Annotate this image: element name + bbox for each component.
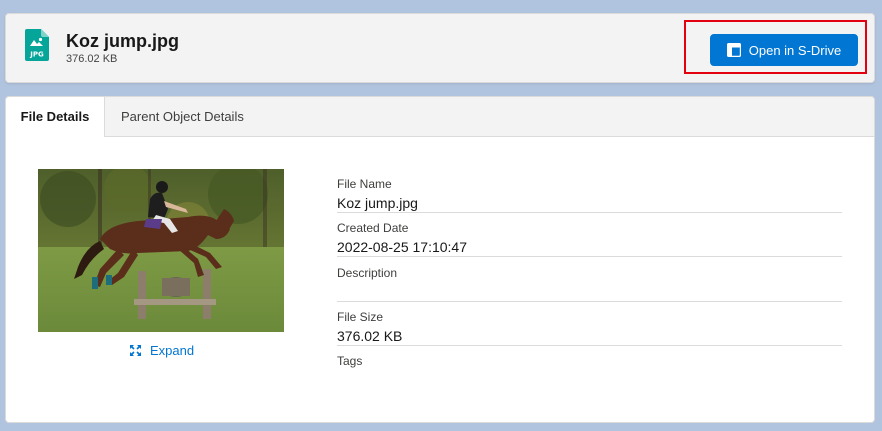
field-file-size: File Size 376.02 KB <box>337 310 842 346</box>
field-description: Description <box>337 266 842 302</box>
field-label: File Name <box>337 177 392 191</box>
open-button-label: Open in S-Drive <box>748 42 842 58</box>
jpg-file-icon: JPG <box>25 29 49 61</box>
field-value: 376.02 KB <box>337 328 403 344</box>
expand-icon <box>130 344 141 356</box>
tab-file-details[interactable]: File Details <box>6 97 105 137</box>
field-tags: Tags <box>337 354 842 389</box>
field-file-name: File Name Koz jump.jpg <box>337 177 842 213</box>
field-label: File Size <box>337 310 384 324</box>
tab-bar: File Details Parent Object Details <box>6 97 874 137</box>
file-details-card: File Details Parent Object Details Expan… <box>5 96 875 423</box>
file-size-subtitle: 376.02 KB <box>66 53 118 65</box>
tab-parent-object-details[interactable]: Parent Object Details <box>121 97 244 136</box>
field-value: Koz jump.jpg <box>337 195 418 211</box>
file-header: JPG Koz jump.jpg 376.02 KB Open in S-Dri… <box>5 13 875 83</box>
layout-icon <box>726 43 741 57</box>
horse-jump-photo <box>38 169 284 332</box>
field-created-date: Created Date 2022-08-25 17:10:47 <box>337 221 842 257</box>
file-title: Koz jump.jpg <box>66 31 179 51</box>
open-in-s-drive-button[interactable]: Open in S-Drive <box>710 34 858 66</box>
field-label: Tags <box>337 354 363 368</box>
expand-label: Expand <box>150 342 195 358</box>
field-value: 2022-08-25 17:10:47 <box>337 239 467 255</box>
expand-link[interactable]: Expand <box>129 341 194 359</box>
image-preview[interactable] <box>38 169 284 332</box>
field-label: Created Date <box>337 221 409 235</box>
file-type-label: JPG <box>29 51 44 59</box>
field-label: Description <box>337 266 398 280</box>
